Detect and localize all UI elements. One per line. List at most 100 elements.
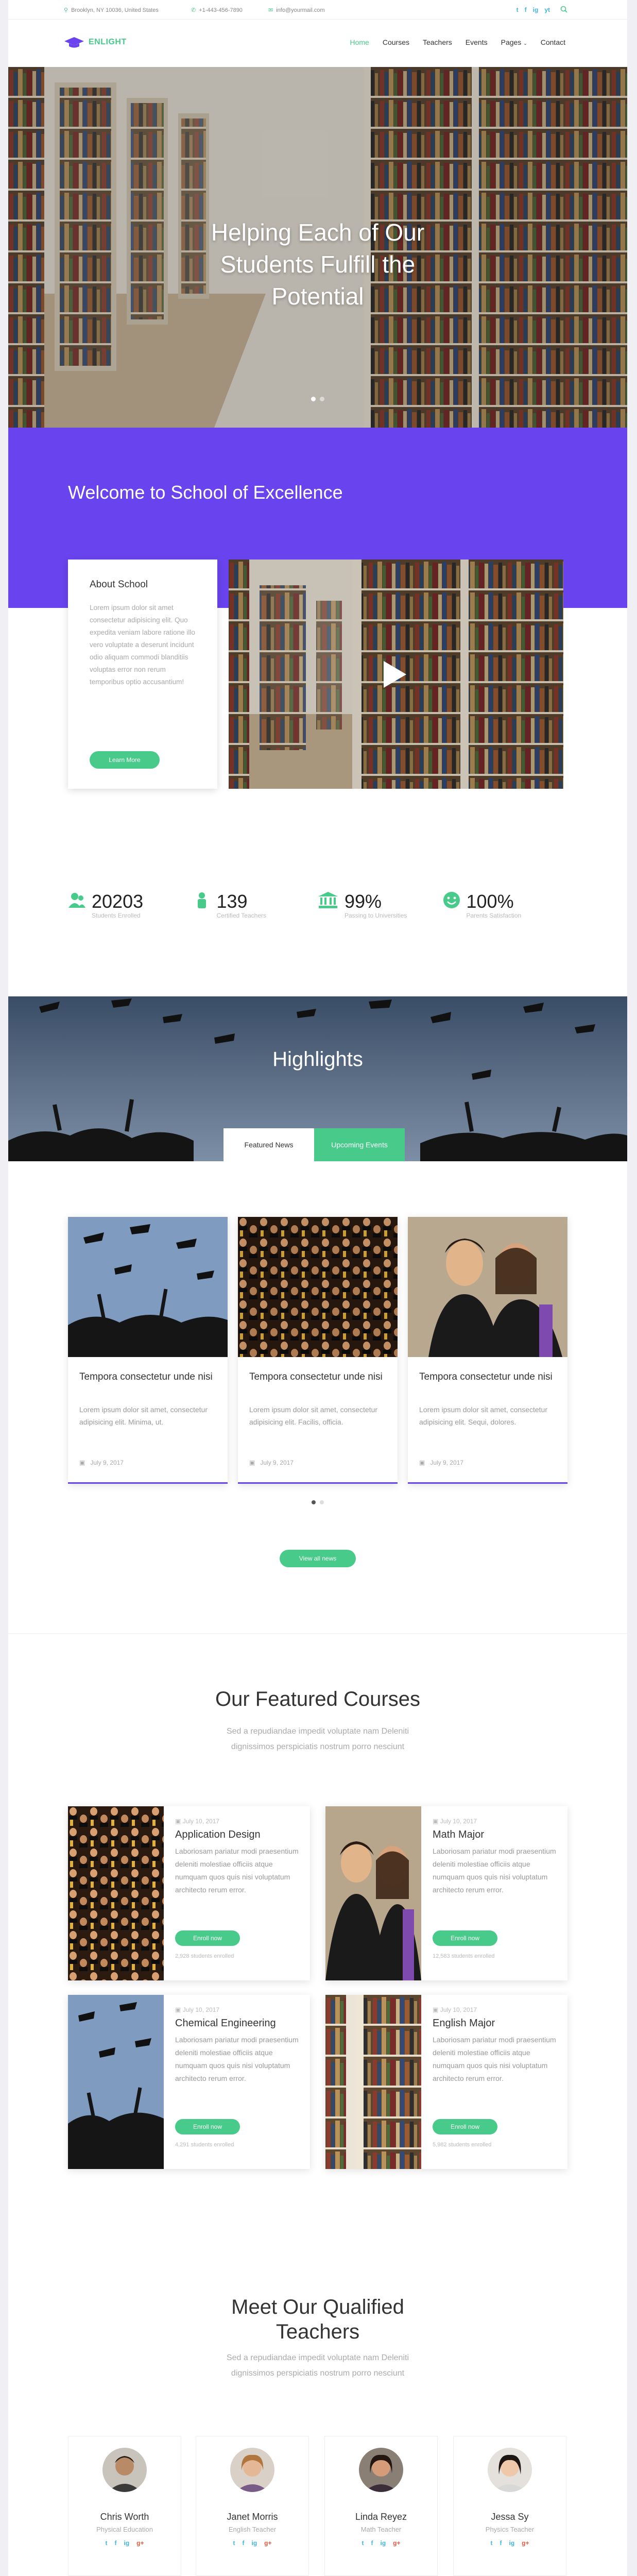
nav-pages[interactable]: Pages ⌄ [501, 38, 527, 46]
courses-subtitle-line: dignissimos perspiciatis nostrum porro n… [231, 1742, 405, 1751]
news-date: ▣ July 9, 2017 [79, 1459, 216, 1466]
course-card[interactable]: ▣ July 10, 2017 Application Design Labor… [68, 1806, 310, 1980]
teacher-name[interactable]: Jessa Sy [454, 2512, 566, 2522]
enroll-now-button[interactable]: Enroll now [433, 1930, 497, 1946]
teacher-card[interactable]: Chris Worth Physical Education t f ig g+ [68, 2436, 181, 2576]
course-card[interactable]: ▣ July 10, 2017 Chemical Engineering Lab… [68, 1995, 310, 2169]
course-title[interactable]: English Major [433, 2018, 557, 2029]
email-text[interactable]: info@yourmail.com [276, 7, 324, 13]
news-card[interactable]: Tempora consectetur unde nisi Lorem ipsu… [238, 1217, 398, 1484]
slider-dot[interactable] [311, 397, 316, 401]
instagram-icon[interactable]: ig [533, 6, 539, 13]
hero-slider: Helping Each of Our Students Fulfill the… [8, 67, 627, 428]
course-title[interactable]: Application Design [175, 1829, 300, 1841]
teacher-card[interactable]: Linda Reyez Math Teacher t f ig g+ [324, 2436, 438, 2576]
video-player[interactable] [229, 560, 563, 789]
twitter-icon[interactable]: t [361, 2539, 364, 2547]
slider-dot[interactable] [312, 1500, 316, 1504]
smile-icon [443, 892, 460, 908]
facebook-icon[interactable]: f [114, 2539, 116, 2547]
google-plus-icon[interactable]: g+ [393, 2539, 400, 2547]
teacher-name[interactable]: Linda Reyez [325, 2512, 437, 2522]
enroll-now-button[interactable]: Enroll now [175, 1930, 240, 1946]
news-card[interactable]: Tempora consectetur unde nisi Lorem ipsu… [68, 1217, 228, 1484]
enroll-now-button[interactable]: Enroll now [433, 2119, 497, 2134]
google-plus-icon[interactable]: g+ [264, 2539, 271, 2547]
course-card[interactable]: ▣ July 10, 2017 English Major Laboriosam… [325, 1995, 567, 2169]
nav-courses[interactable]: Courses [383, 38, 409, 46]
slider-dot[interactable] [320, 397, 324, 401]
instagram-icon[interactable]: ig [251, 2539, 257, 2547]
google-plus-icon[interactable]: g+ [136, 2539, 144, 2547]
enroll-now-button[interactable]: Enroll now [175, 2119, 240, 2134]
tab-upcoming-events[interactable]: Upcoming Events [314, 1128, 405, 1161]
brand-logo[interactable]: ENLIGHT [64, 36, 127, 48]
instagram-icon[interactable]: ig [124, 2539, 129, 2547]
avatar [359, 2448, 403, 2492]
course-card[interactable]: ▣ July 10, 2017 Math Major Laboriosam pa… [325, 1806, 567, 1980]
main-menu: Home Courses Teachers Events Pages ⌄ Con… [350, 38, 565, 46]
nav-contact[interactable]: Contact [541, 38, 565, 46]
facebook-icon[interactable]: f [500, 2539, 502, 2547]
youtube-icon[interactable]: yt [544, 6, 550, 13]
news-card[interactable]: Tempora consectetur unde nisi Lorem ipsu… [408, 1217, 567, 1484]
teacher-social-links: t f ig g+ [196, 2539, 308, 2547]
news-image [68, 1217, 228, 1357]
nav-events[interactable]: Events [466, 38, 488, 46]
teacher-card[interactable]: Janet Morris English Teacher t f ig g+ [196, 2436, 309, 2576]
twitter-icon[interactable]: t [233, 2539, 235, 2547]
course-students: 5,982 students enrolled [433, 2142, 492, 2148]
stat-universities: 99% Passing to Universities [318, 891, 443, 919]
tab-featured-news[interactable]: Featured News [223, 1128, 314, 1161]
twitter-icon[interactable]: t [517, 6, 519, 13]
news-photo [408, 1217, 567, 1357]
course-description: Laboriosam pariatur modi praesentium del… [175, 1847, 299, 1894]
news-title[interactable]: Tempora consectetur unde nisi [79, 1370, 216, 1398]
course-photo [325, 1806, 421, 1980]
teacher-name[interactable]: Janet Morris [196, 2512, 308, 2522]
highlights-tabs: Featured News Upcoming Events [223, 1128, 405, 1161]
course-students: 4,291 students enrolled [175, 2142, 234, 2148]
teacher-social-links: t f ig g+ [68, 2539, 181, 2547]
teacher-icon [197, 892, 206, 908]
news-title[interactable]: Tempora consectetur unde nisi [249, 1370, 386, 1398]
facebook-icon[interactable]: f [525, 6, 527, 13]
play-icon[interactable] [382, 660, 407, 689]
instagram-icon[interactable]: ig [380, 2539, 386, 2547]
slider-dot[interactable] [320, 1500, 324, 1504]
stats-row: 20203 Students Enrolled 139 Certified Teac… [68, 891, 567, 919]
news-excerpt: Lorem ipsum dolor sit amet, consectetur … [79, 1405, 208, 1426]
course-date-text: July 10, 2017 [182, 2006, 220, 2013]
main-navbar: ENLIGHT Home Courses Teachers Events Pag… [8, 20, 627, 67]
news-slider-dots [8, 1500, 627, 1504]
course-image [68, 1995, 164, 2169]
phone-icon: ✆ [191, 7, 196, 13]
teachers-section-title: Meet Our Qualified Teachers [8, 2295, 627, 2344]
stat-label: Parents Satisfaction [466, 912, 522, 919]
teachers-subtitle-line: Sed a repudiandae impedit voluptate nam … [226, 2353, 409, 2362]
course-title[interactable]: Math Major [433, 1829, 557, 1841]
news-photo [68, 1217, 228, 1357]
teacher-name[interactable]: Chris Worth [68, 2512, 181, 2522]
instagram-icon[interactable]: ig [509, 2539, 514, 2547]
twitter-icon[interactable]: t [490, 2539, 492, 2547]
nav-home[interactable]: Home [350, 38, 369, 46]
google-plus-icon[interactable]: g+ [522, 2539, 529, 2547]
facebook-icon[interactable]: f [242, 2539, 244, 2547]
graduation-cap-icon [64, 37, 84, 48]
nav-teachers[interactable]: Teachers [423, 38, 452, 46]
twitter-icon[interactable]: t [105, 2539, 107, 2547]
view-all-news-button[interactable]: View all news [280, 1550, 356, 1567]
news-title[interactable]: Tempora consectetur unde nisi [419, 1370, 556, 1398]
course-description: Laboriosam pariatur modi praesentium del… [433, 2036, 556, 2082]
stat-label: Students Enrolled [92, 912, 141, 919]
search-icon[interactable] [560, 6, 567, 13]
course-title[interactable]: Chemical Engineering [175, 2018, 300, 2029]
email-icon: ✉ [268, 7, 273, 13]
facebook-icon[interactable]: f [371, 2539, 373, 2547]
about-card: About School Lorem ipsum dolor sit amet … [68, 560, 217, 789]
teacher-photo [102, 2448, 147, 2492]
teacher-card[interactable]: Jessa Sy Physics Teacher t f ig g+ [453, 2436, 566, 2576]
learn-more-button[interactable]: Learn More [90, 751, 160, 769]
email-info[interactable]: ✉ info@yourmail.com [268, 7, 325, 14]
